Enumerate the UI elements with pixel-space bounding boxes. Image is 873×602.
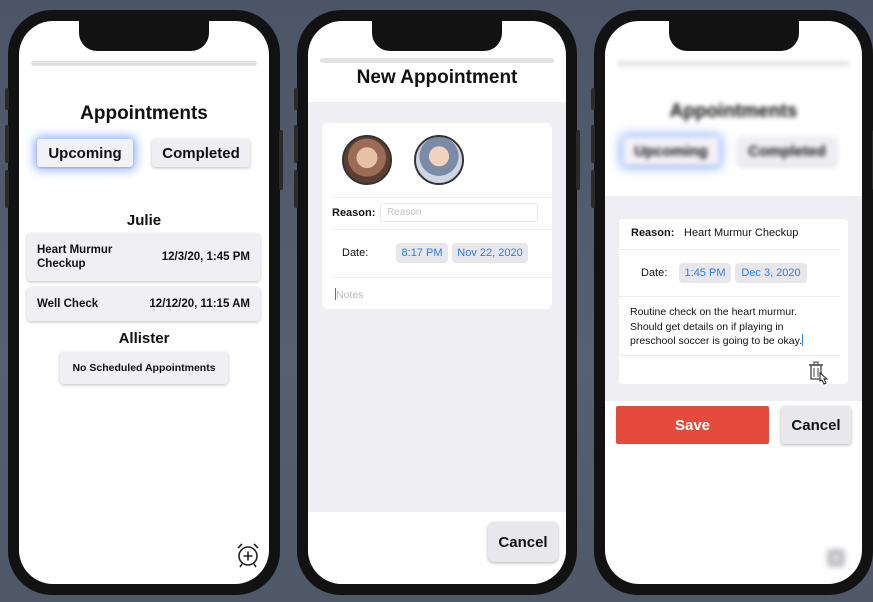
child-avatar-2[interactable] bbox=[414, 135, 464, 185]
divider bbox=[619, 296, 840, 297]
tab-upcoming[interactable]: Upcoming bbox=[37, 139, 133, 167]
phone-edit-appointment: Appointments Upcoming Completed Reason: … bbox=[591, 10, 873, 595]
reason-label: Reason: bbox=[332, 207, 376, 219]
divider bbox=[619, 355, 840, 356]
edit-form: Reason: Heart Murmur Checkup Date: 1:45 … bbox=[619, 219, 848, 384]
phone-appointments-list: Appointments Upcoming Completed Julie He… bbox=[5, 10, 283, 595]
trash-icon[interactable] bbox=[808, 361, 830, 385]
divider bbox=[332, 277, 552, 278]
side-button bbox=[591, 170, 595, 208]
appointment-form: Reason: Reason Date: 8:17 PM Nov 22, 202… bbox=[322, 123, 552, 309]
notes-textarea[interactable]: Routine check on the heart murmur. Shoul… bbox=[630, 305, 820, 349]
save-button[interactable]: Save bbox=[616, 406, 769, 444]
group-title-julie: Julie bbox=[126, 212, 162, 229]
side-button bbox=[5, 125, 9, 163]
phone-new-appointment: New Appointment Reason: Reason Date: 8:1… bbox=[294, 10, 580, 595]
tab-completed[interactable]: Completed bbox=[152, 139, 250, 167]
screen: New Appointment Reason: Reason Date: 8:1… bbox=[308, 21, 566, 584]
date-label: Date: bbox=[342, 247, 369, 259]
reason-input[interactable]: Heart Murmur Checkup bbox=[684, 227, 798, 239]
group-title-allister: Allister bbox=[118, 330, 170, 347]
side-button bbox=[5, 88, 9, 110]
notes-placeholder: Notes bbox=[336, 289, 364, 301]
side-button bbox=[591, 125, 595, 163]
cancel-button[interactable]: Cancel bbox=[488, 522, 558, 562]
page-title: Appointments bbox=[80, 103, 208, 124]
reason-label: Reason: bbox=[631, 227, 675, 239]
side-button bbox=[591, 88, 595, 110]
notes-input[interactable]: Notes bbox=[335, 288, 363, 301]
empty-label: No Scheduled Appointments bbox=[72, 362, 216, 374]
date-picker[interactable]: Nov 22, 2020 bbox=[452, 243, 528, 263]
divider bbox=[332, 229, 552, 230]
appointment-reason: Heart Murmur Checkup bbox=[37, 244, 113, 270]
appointment-card[interactable]: Well Check 12/12/20, 11:15 AM bbox=[27, 287, 260, 321]
sheet-grabber bbox=[320, 58, 554, 63]
sheet-grabber bbox=[31, 61, 257, 66]
background-tab-upcoming: Upcoming bbox=[623, 137, 719, 165]
sheet-grabber bbox=[617, 61, 850, 66]
page-title: New Appointment bbox=[356, 67, 518, 88]
notch bbox=[79, 21, 209, 51]
notes-text: Routine check on the heart murmur. Shoul… bbox=[630, 306, 802, 347]
divider bbox=[619, 249, 840, 250]
side-button bbox=[5, 170, 9, 208]
child-avatar-1[interactable] bbox=[342, 135, 392, 185]
time-picker[interactable]: 8:17 PM bbox=[396, 243, 448, 263]
appointment-card[interactable]: Heart Murmur Checkup 12/3/20, 1:45 PM bbox=[27, 233, 260, 281]
side-button bbox=[294, 125, 298, 163]
alarm-add-icon[interactable] bbox=[235, 542, 261, 568]
alarm-add-icon bbox=[826, 548, 846, 568]
background-page-title: Appointments bbox=[669, 101, 798, 122]
appointment-datetime: 12/3/20, 1:45 PM bbox=[161, 251, 250, 263]
reason-input[interactable]: Reason bbox=[380, 203, 538, 222]
side-button bbox=[576, 130, 580, 190]
screen: Appointments Upcoming Completed Julie He… bbox=[19, 21, 269, 584]
notch bbox=[372, 21, 502, 51]
appointment-reason: Well Check bbox=[37, 298, 99, 310]
date-label: Date: bbox=[641, 267, 668, 279]
cancel-button[interactable]: Cancel bbox=[781, 406, 851, 444]
side-button bbox=[294, 88, 298, 110]
screen: Appointments Upcoming Completed Reason: … bbox=[605, 21, 862, 584]
background-tab-completed: Completed bbox=[738, 137, 836, 165]
divider bbox=[332, 197, 552, 198]
empty-appointments-badge: No Scheduled Appointments bbox=[60, 352, 228, 384]
time-picker[interactable]: 1:45 PM bbox=[679, 263, 731, 283]
text-caret bbox=[801, 334, 803, 346]
side-button bbox=[294, 170, 298, 208]
notch bbox=[668, 21, 799, 51]
date-picker[interactable]: Dec 3, 2020 bbox=[735, 263, 807, 283]
appointment-datetime: 12/12/20, 11:15 AM bbox=[149, 298, 250, 310]
side-button bbox=[279, 130, 283, 190]
